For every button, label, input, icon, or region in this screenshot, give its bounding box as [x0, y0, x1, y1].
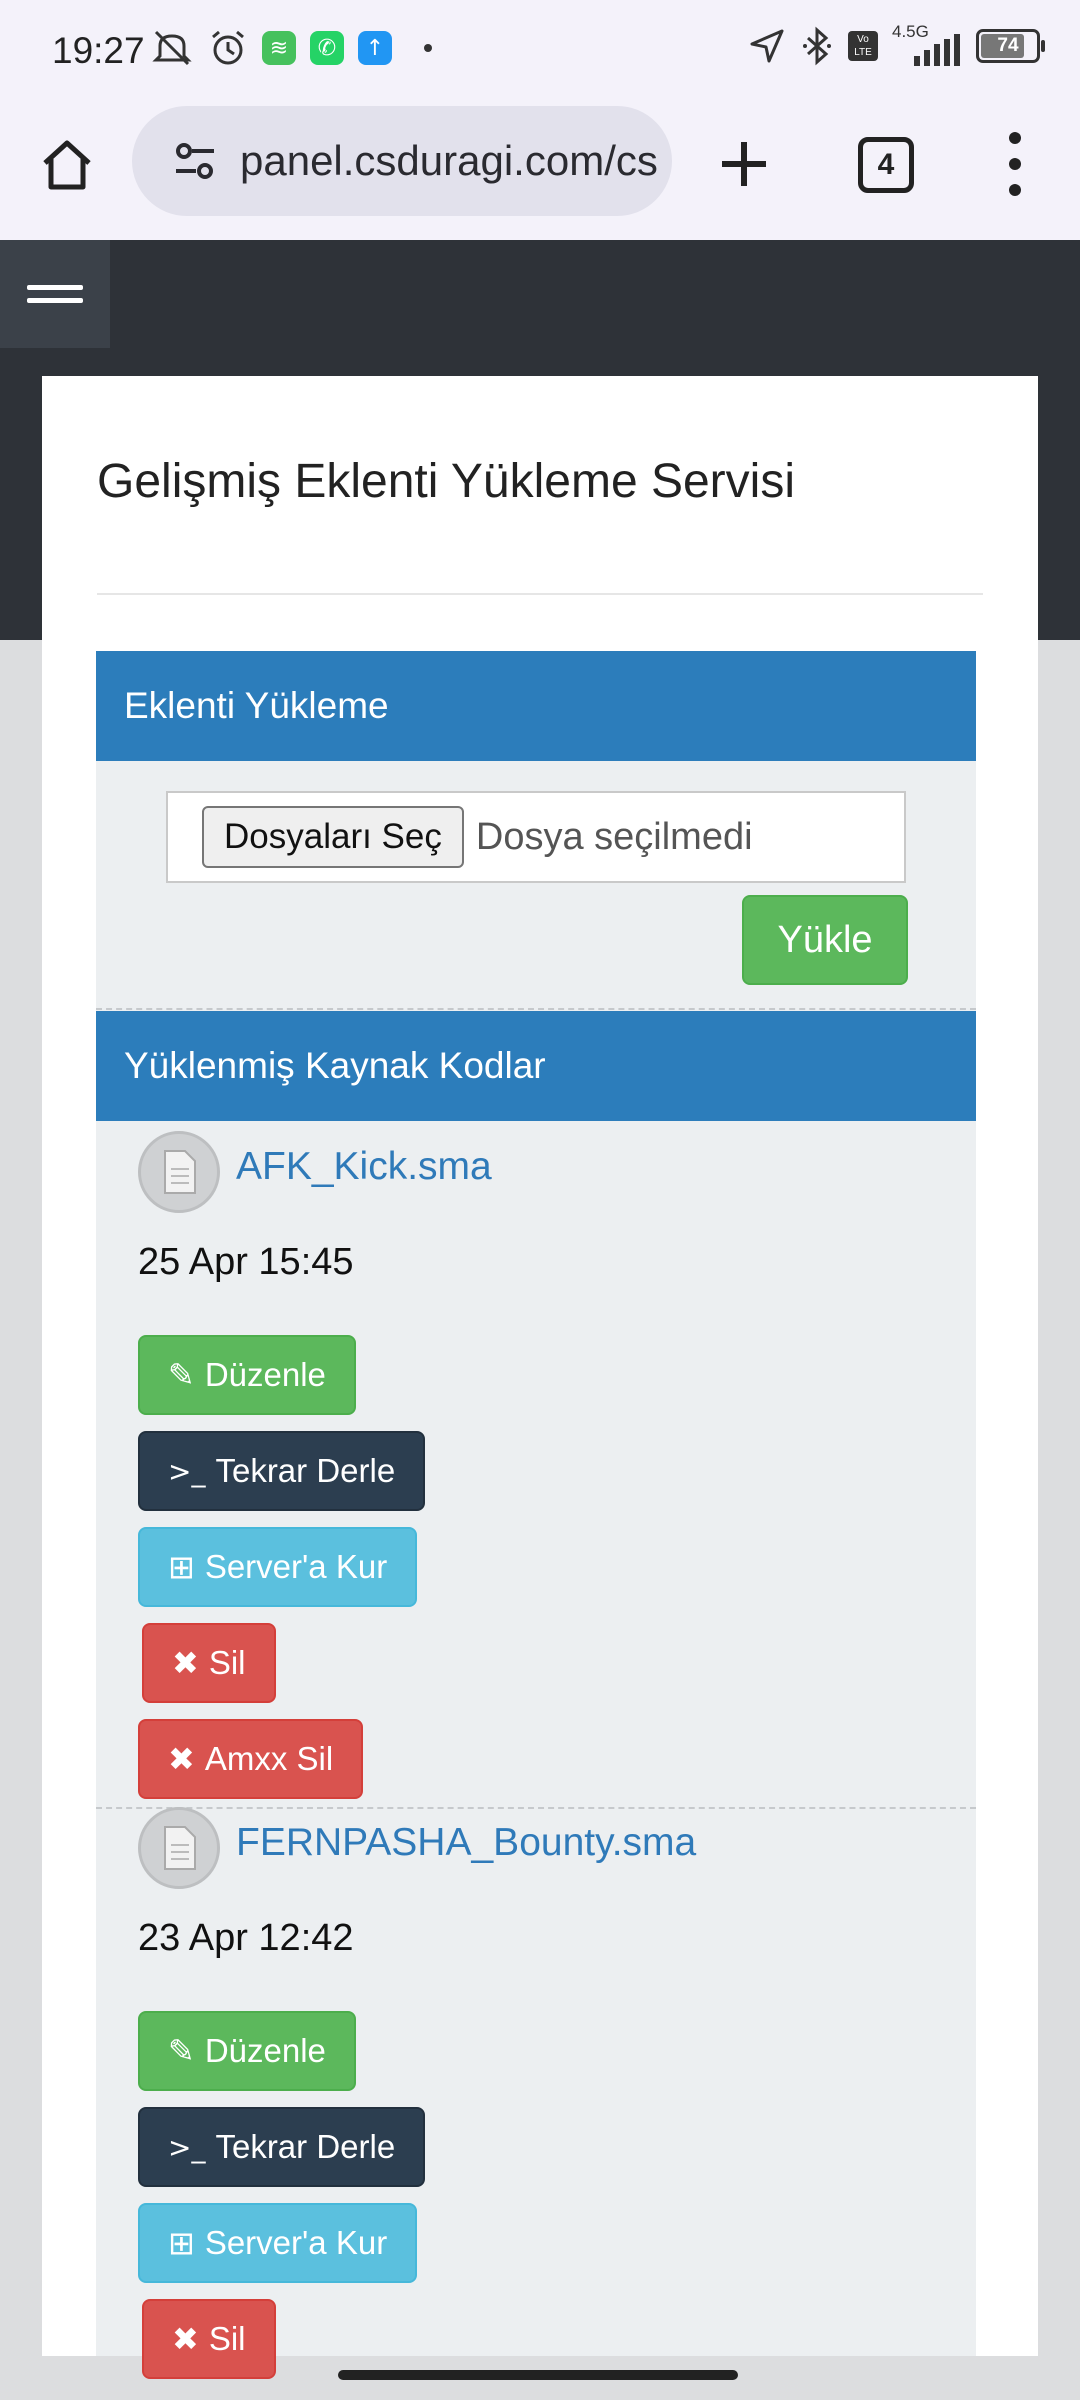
battery-icon: 74 [976, 29, 1045, 63]
signal-icon: 4.5G [892, 22, 962, 66]
upload-button[interactable]: Yükle [742, 895, 908, 985]
alarm-icon [212, 30, 244, 65]
install-to-server-button[interactable]: ⊞ Server'a Kur [138, 1527, 418, 1607]
delete-amxx-button[interactable]: ✖ Amxx Sil [138, 1719, 364, 1799]
content-card: Gelişmiş Eklenti Yükleme Servisi Eklenti… [42, 376, 1038, 2379]
bluetooth-icon [803, 26, 831, 66]
site-settings-icon[interactable] [172, 138, 218, 184]
divider [96, 1807, 976, 1809]
battery-level: 74 [997, 35, 1019, 56]
terminal-icon: >_ [168, 1454, 206, 1488]
url-text[interactable]: panel.csduragi.com/cs [240, 137, 670, 185]
file-status: Dosya seçilmedi [475, 815, 753, 858]
file-date: 23 Apr 12:42 [138, 1917, 354, 1959]
gesture-bar [338, 2370, 738, 2380]
address-bar[interactable]: panel.csduragi.com/cs [132, 106, 672, 216]
files-panel-title: Yüklenmiş Kaynak Kodlar [96, 1011, 976, 1121]
close-icon: ✖ [168, 1740, 195, 1778]
recompile-button[interactable]: >_ Tekrar Derle [138, 1431, 426, 1511]
upload-app-icon: ↑ [358, 31, 392, 65]
volte-icon: Vo LTE [848, 31, 878, 61]
file-name-link[interactable]: AFK_Kick.sma [236, 1145, 492, 1189]
pencil-icon: ✎ [168, 2032, 195, 2070]
layers-app-icon: ≋ [262, 31, 296, 65]
page-title: Gelişmiş Eklenti Yükleme Servisi [97, 455, 795, 508]
status-bar: 19:27 ≋ ✆ ↑ Vo LTE 4.5G 74 [0, 0, 1080, 100]
upload-panel: Eklenti Yükleme Dosyaları Seç Dosya seçi… [96, 651, 976, 1011]
close-icon: ✖ [172, 2320, 199, 2358]
upload-panel-title: Eklenti Yükleme [96, 651, 976, 761]
recompile-button[interactable]: >_ Tekrar Derle [138, 2107, 426, 2187]
terminal-icon: >_ [168, 2130, 206, 2164]
file-name-link[interactable]: FERNPASHA_Bounty.sma [236, 1821, 696, 1865]
notification-dot-icon [424, 44, 432, 52]
delete-button[interactable]: ✖ Sil [142, 1623, 276, 1703]
tabs-icon[interactable]: 4 [858, 137, 914, 193]
menu-icon[interactable] [1000, 132, 1030, 196]
home-icon[interactable] [32, 130, 102, 200]
file-icon [138, 1807, 220, 1889]
install-to-server-button[interactable]: ⊞ Server'a Kur [138, 2203, 418, 2283]
pencil-icon: ✎ [168, 1356, 195, 1394]
close-icon: ✖ [172, 1644, 199, 1682]
file-input[interactable]: Dosyaları Seç Dosya seçilmedi [166, 791, 906, 883]
edit-button[interactable]: ✎ Düzenle [138, 1335, 356, 1415]
divider [96, 1008, 976, 1010]
location-icon [750, 29, 784, 63]
divider [97, 593, 983, 595]
plus-square-icon: ⊞ [168, 2224, 195, 2262]
uploaded-files-panel: Yüklenmiş Kaynak Kodlar AFK_Kick.sma 25 … [96, 1011, 976, 2379]
choose-files-button[interactable]: Dosyaları Seç [202, 806, 464, 868]
file-date: 25 Apr 15:45 [138, 1241, 354, 1283]
whatsapp-icon: ✆ [310, 31, 344, 65]
edit-button[interactable]: ✎ Düzenle [138, 2011, 356, 2091]
delete-button[interactable]: ✖ Sil [142, 2299, 276, 2379]
plus-square-icon: ⊞ [168, 1548, 195, 1586]
mute-icon [152, 30, 192, 66]
hamburger-menu-button[interactable] [0, 240, 110, 348]
new-tab-icon[interactable] [712, 132, 776, 196]
file-icon [138, 1131, 220, 1213]
status-time: 19:27 [52, 30, 145, 71]
